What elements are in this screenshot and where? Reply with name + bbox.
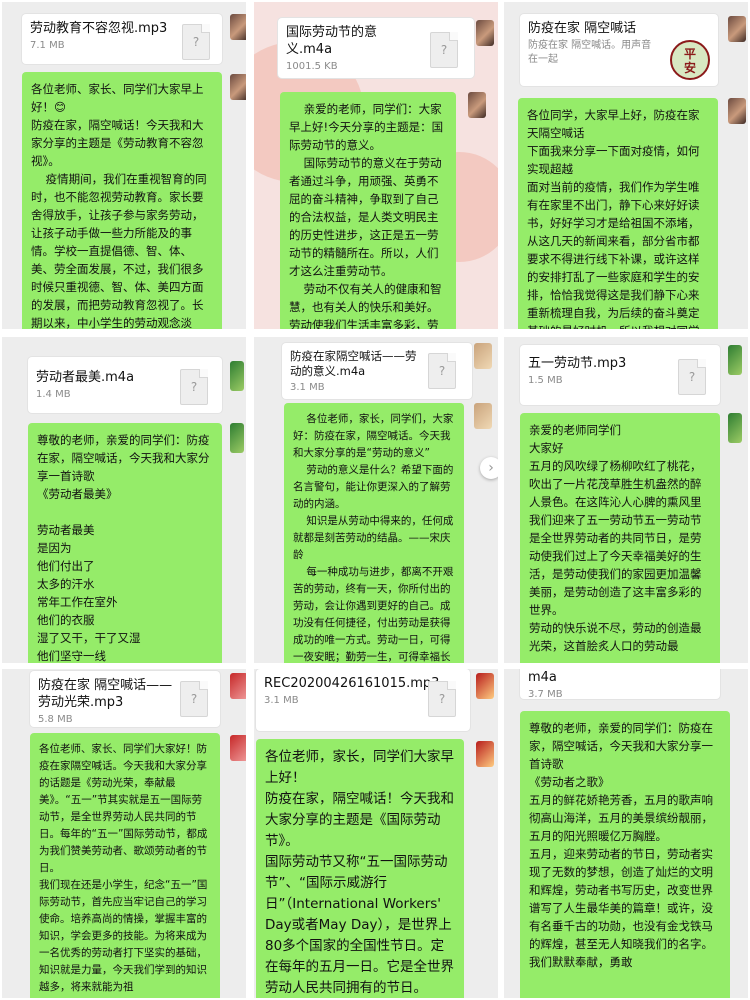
avatar[interactable] — [230, 14, 246, 40]
ping-an-thumbnail: 平 安 — [670, 40, 710, 80]
chat-panel-8: REC20200426161015.mp3 3.1 MB ? 各位老师，家长，同… — [254, 669, 498, 998]
chat-panel-9: m4a 3.7 MB 尊敬的老师，亲爱的同学们：防疫在家，隔空喊话，今天我和大家… — [504, 669, 748, 998]
avatar[interactable] — [728, 345, 742, 375]
file-icon: ? — [678, 359, 706, 395]
file-icon: ? — [180, 369, 208, 405]
avatar[interactable] — [728, 413, 742, 443]
file-card[interactable]: 劳动者最美.m4a 1.4 MB ? — [28, 357, 222, 413]
file-icon: ? — [430, 32, 458, 68]
file-card[interactable]: m4a 3.7 MB — [520, 669, 720, 700]
avatar[interactable] — [476, 741, 494, 767]
message-bubble: 各位老师，家长，同学们，大家好：防疫在家，隔空喊话。今天我和大家分享的是“劳动的… — [284, 403, 464, 663]
avatar[interactable] — [468, 92, 486, 118]
chat-panel-2: 国际劳动节的意义.m4a 1001.5 KB ? 亲爱的老师，同学们：大家早上好… — [254, 2, 498, 329]
link-description: 防疫在家 隔空喊话。用声音在一起 — [528, 40, 652, 65]
avatar[interactable] — [476, 673, 494, 699]
message-bubble: 各位老师、家长、同学们大家早上好！😊 防疫在家，隔空喊话！今天我和大家分享的主题… — [22, 72, 222, 329]
shared-link-card[interactable]: 防疫在家 隔空喊话 防疫在家 隔空喊话。用声音在一起 平 安 — [520, 14, 718, 86]
message-bubble: 亲爱的老师，同学们：大家早上好!今天分享的主题是：国际劳动节的意义。 国际劳动节… — [280, 92, 456, 329]
message-bubble: 各位同学，大家早上好，防疫在家 天隔空喊话 下面我来分享一下面对疫情，如何实现超… — [518, 98, 718, 329]
message-bubble: 各位老师、家长、同学们大家好！防疫在家隔空喊话。今天我和大家分享的话题是《劳动光… — [30, 733, 220, 998]
chat-panel-6: 五一劳动节.mp3 1.5 MB ? 亲爱的老师同学们 大家好 五月的风吹绿了杨… — [504, 337, 748, 663]
chat-panel-4: 劳动者最美.m4a 1.4 MB ? 尊敬的老师，亲爱的同学们：防疫在家，隔空喊… — [2, 337, 246, 663]
avatar[interactable] — [230, 361, 244, 391]
avatar[interactable] — [230, 74, 246, 100]
message-bubble: 尊敬的老师，亲爱的同学们：防疫在家，隔空喊话，今天我和大家分享一首诗歌 《劳动者… — [28, 423, 222, 663]
file-icon: ? — [428, 353, 456, 389]
file-card[interactable]: 防疫在家隔空喊话——劳动的意义.m4a 3.1 MB ? — [282, 343, 472, 399]
avatar[interactable] — [474, 343, 492, 369]
avatar[interactable] — [728, 16, 746, 42]
chat-panel-1: 劳动教育不容忽视.mp3 7.1 MB ? 各位老师、家长、同学们大家早上好！😊… — [2, 2, 246, 329]
message-bubble: 亲爱的老师同学们 大家好 五月的风吹绿了杨柳吹红了桃花，吹出了一片花茂草胜生机盎… — [520, 413, 720, 663]
avatar[interactable] — [230, 423, 244, 453]
file-icon: ? — [182, 24, 210, 60]
avatar[interactable] — [476, 20, 494, 46]
file-size: 3.7 MB — [528, 689, 563, 700]
message-bubble: 各位老师，家长，同学们大家早上好！ 防疫在家，隔空喊话！今天我和大家分享的主题是… — [256, 739, 464, 998]
file-card[interactable]: 劳动教育不容忽视.mp3 7.1 MB ? — [22, 14, 222, 64]
file-card[interactable]: REC20200426161015.mp3 3.1 MB ? — [256, 669, 470, 731]
file-name: 防疫在家隔空喊话——劳动的意义.m4a — [290, 349, 417, 378]
file-card[interactable]: 防疫在家 隔空喊话——劳动光荣.mp3 5.8 MB ? — [30, 671, 220, 727]
file-name: REC20200426161015.mp3 — [264, 676, 440, 691]
file-name: m4a — [528, 670, 557, 685]
avatar[interactable] — [230, 673, 246, 699]
file-card[interactable]: 五一劳动节.mp3 1.5 MB ? — [520, 345, 720, 405]
chat-panel-5: 防疫在家隔空喊话——劳动的意义.m4a 3.1 MB ? 各位老师，家长，同学们… — [254, 337, 498, 663]
avatar[interactable] — [230, 735, 246, 761]
next-arrow-icon[interactable]: › — [480, 457, 498, 479]
avatar[interactable] — [728, 98, 746, 124]
chat-panel-7: 防疫在家 隔空喊话——劳动光荣.mp3 5.8 MB ? 各位老师、家长、同学们… — [2, 669, 246, 998]
file-card[interactable]: 国际劳动节的意义.m4a 1001.5 KB ? — [278, 18, 474, 78]
file-icon: ? — [180, 681, 208, 717]
chat-panel-3: 防疫在家 隔空喊话 防疫在家 隔空喊话。用声音在一起 平 安 各位同学，大家早上… — [504, 2, 748, 329]
file-name: 国际劳动节的意义.m4a — [286, 25, 378, 57]
avatar[interactable] — [474, 403, 492, 429]
file-icon: ? — [428, 681, 456, 717]
link-title: 防疫在家 隔空喊话 — [528, 21, 637, 36]
message-bubble: 尊敬的老师，亲爱的同学们：防疫在家，隔空喊话，今天我和大家分享一首诗歌 《劳动者… — [520, 711, 730, 998]
file-name: 防疫在家 隔空喊话——劳动光荣.mp3 — [38, 678, 173, 710]
